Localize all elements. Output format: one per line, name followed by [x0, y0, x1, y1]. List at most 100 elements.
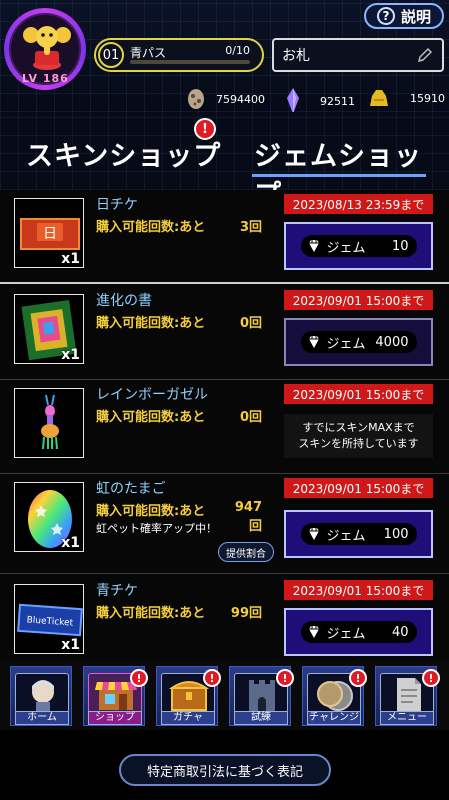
purchase-limit-count: 0回	[239, 316, 262, 331]
list-item: x1 虹のたまご 購入可能回数:あと 947回 虹ペット確率アップ中！ 提供割合…	[0, 474, 449, 574]
gold-currency-icon	[370, 90, 388, 106]
nav-home-icon-box	[15, 673, 69, 713]
pass-name: 青パス	[130, 46, 167, 60]
buy-button[interactable]: ジェム 10	[284, 222, 433, 270]
buy-button[interactable]: ジェム 4000	[284, 318, 433, 366]
gem-shop-list: 日 x1 日チケ 購入可能回数:あと 3回 2023/08/13 23:59まで…	[0, 190, 449, 660]
gem-label: ジェム	[326, 626, 366, 642]
elephant-avatar-icon	[23, 26, 71, 70]
player-avatar[interactable]: LV 186	[4, 8, 86, 96]
item-title: 進化の書	[96, 293, 152, 309]
nav-shop[interactable]: ショップ !	[83, 666, 148, 726]
player-name-field[interactable]: お札	[272, 38, 444, 72]
player-name-value: お札	[282, 48, 310, 64]
list-item: BlueTicket x1 青チケ 購入可能回数:あと 99回 2023/09/…	[0, 576, 449, 660]
rate-up-note: 虹ペット確率アップ中！	[96, 522, 217, 535]
list-item: x1 進化の書 購入可能回数:あと 0回 2023/09/01 15:00まで …	[0, 286, 449, 380]
gem-label: ジェム	[326, 240, 366, 256]
deadline-badge: 2023/09/01 15:00まで	[284, 290, 433, 310]
nav-challenge-label: チャレンジ	[307, 711, 361, 725]
gem-price-pill: ジェム 10	[300, 235, 417, 257]
gem-label: ジェム	[326, 336, 366, 352]
tab-skin-shop[interactable]: スキンショップ	[26, 134, 221, 173]
pass-progress[interactable]: 01 青パス 0/10	[94, 38, 264, 72]
purchase-limit-count: 947回	[234, 500, 262, 534]
currency-egg-value: 7594400	[216, 92, 265, 106]
help-label: 説明	[400, 7, 431, 26]
buy-button[interactable]: ジェム 40	[284, 608, 433, 656]
gem-label: ジェム	[326, 528, 366, 544]
item-thumbnail	[14, 388, 84, 458]
purchase-limit-count: 3回	[239, 220, 262, 235]
purchase-limit-count: 0回	[239, 410, 262, 425]
maxed-line-2: スキンを所持しています	[298, 437, 419, 450]
item-thumbnail: x1	[14, 482, 84, 552]
nav-challenge-alert-badge: !	[349, 669, 367, 687]
pass-count: 0/10	[225, 44, 250, 57]
nav-trial[interactable]: 試練 !	[229, 666, 294, 726]
currency-gold-value: 15910	[410, 91, 445, 105]
purchase-limit-label: 購入可能回数:あと	[96, 220, 206, 235]
active-tab-underline	[252, 174, 426, 177]
nav-home[interactable]: ホーム	[10, 666, 72, 726]
purchase-limit-count: 99回	[230, 606, 262, 621]
drop-rate-button[interactable]: 提供割合	[218, 542, 274, 562]
gem-price-pill: ジェム 100	[300, 523, 417, 545]
pass-number: 01	[98, 42, 124, 68]
deadline-badge: 2023/09/01 15:00まで	[284, 384, 433, 404]
svg-text:日: 日	[43, 226, 57, 242]
purchase-limit-label: 購入可能回数:あと	[96, 504, 206, 519]
gem-icon	[308, 626, 319, 638]
skin-maxed-notice: すでにスキンMAXまで スキンを所持しています	[284, 414, 433, 458]
nav-gacha-label: ガチャ	[161, 711, 215, 725]
nav-gacha-alert-badge: !	[203, 669, 221, 687]
gem-price: 100	[383, 526, 409, 542]
crystal-currency-icon	[287, 88, 299, 114]
nav-trial-label: 試練	[234, 711, 288, 725]
currency-egg: 7594400	[186, 88, 265, 110]
buy-button[interactable]: ジェム 100	[284, 510, 433, 558]
nav-challenge[interactable]: チャレンジ !	[302, 666, 367, 726]
nav-trial-alert-badge: !	[276, 669, 294, 687]
purchase-limit-label: 購入可能回数:あと	[96, 606, 206, 621]
gem-icon	[308, 240, 319, 252]
item-title: 青チケ	[96, 583, 138, 599]
egg-currency-icon	[188, 89, 204, 109]
item-quantity: x1	[61, 347, 80, 363]
question-icon: ?	[376, 7, 395, 25]
nav-menu-label: メニュー	[380, 711, 434, 725]
currency-gold: 15910	[368, 88, 445, 108]
gem-price-pill: ジェム 4000	[300, 331, 417, 353]
skin-shop-alert-badge: !	[194, 118, 216, 140]
purchase-limit-label: 購入可能回数:あと	[96, 316, 206, 331]
nav-home-label: ホーム	[15, 711, 69, 725]
purchase-limit-label: 購入可能回数:あと	[96, 410, 206, 425]
currency-crystal: 92511	[286, 88, 355, 114]
nav-shop-alert-badge: !	[130, 669, 148, 687]
gem-icon	[308, 528, 319, 540]
help-button[interactable]: ? 説明	[364, 3, 444, 29]
gem-price: 40	[391, 624, 409, 640]
item-title: 虹のたまご	[96, 481, 166, 497]
bottom-nav: ホーム ショップ ! ガチャ ! 試練 ! チャレンジ ! メニュー !	[0, 660, 449, 730]
nav-menu[interactable]: メニュー !	[375, 666, 440, 726]
home-avatar-icon	[32, 680, 54, 712]
shop-tabs: スキンショップ ! ジェムショップ	[0, 112, 449, 211]
deadline-badge: 2023/09/01 15:00まで	[284, 580, 433, 600]
pencil-icon[interactable]	[416, 46, 434, 64]
player-level: LV 186	[22, 72, 69, 85]
top-header: ? 説明 LV 186 01 青パス 0/10 お札 7594400 92511…	[0, 0, 449, 114]
nav-gacha[interactable]: ガチャ !	[156, 666, 221, 726]
gem-icon	[308, 336, 319, 348]
item-quantity: x1	[61, 535, 80, 551]
commercial-law-button[interactable]: 特定商取引法に基づく表記	[119, 754, 331, 786]
item-thumbnail: 日 x1	[14, 198, 84, 268]
item-quantity: x1	[61, 251, 80, 267]
gem-price: 10	[391, 238, 409, 254]
pass-track	[130, 60, 250, 64]
deadline-badge: 2023/08/13 23:59まで	[284, 194, 433, 214]
item-title: 日チケ	[96, 197, 138, 213]
currency-crystal-value: 92511	[320, 94, 355, 108]
rainbow-gazelle-icon	[41, 394, 59, 450]
item-title: レインボーガゼル	[96, 387, 208, 403]
